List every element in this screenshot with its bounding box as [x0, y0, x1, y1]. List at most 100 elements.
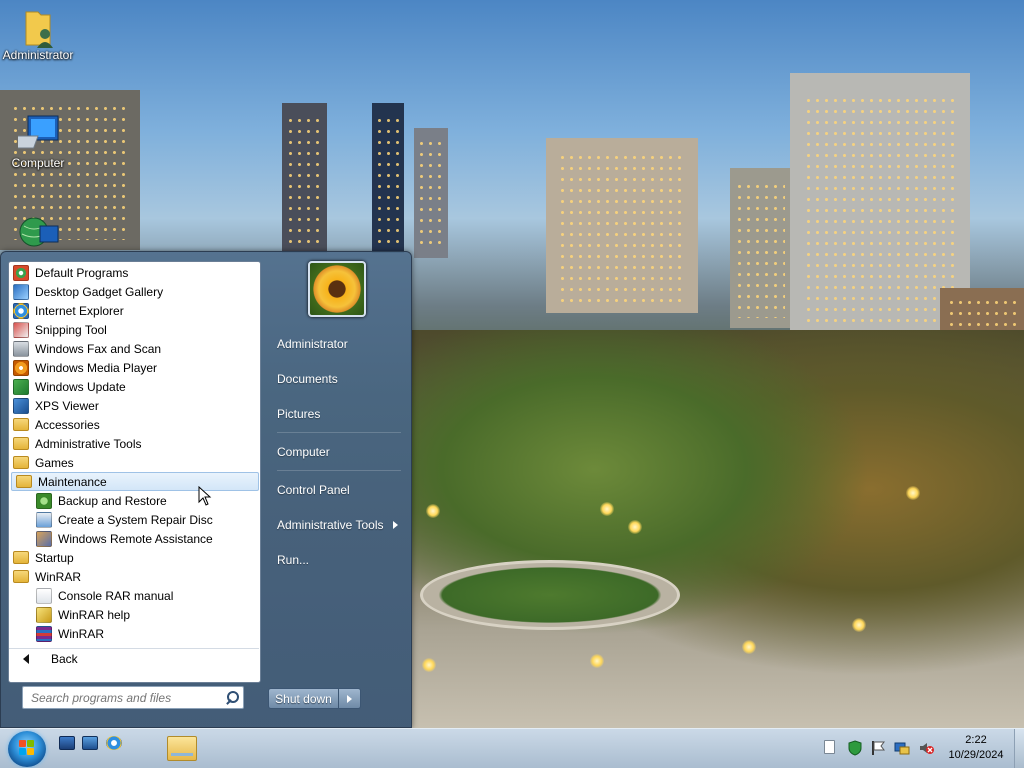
program-item-label: Windows Media Player [35, 360, 158, 375]
program-item-startup[interactable]: Startup [9, 548, 259, 567]
wallpaper-streetlamp [628, 520, 642, 534]
default-programs-icon [13, 264, 29, 281]
program-item-desktop-gadget-gallery[interactable]: Desktop Gadget Gallery [9, 282, 259, 301]
program-item-label: Startup [35, 550, 74, 565]
windows-update-icon [13, 378, 29, 395]
program-item-create-a-system-repair-disc[interactable]: Create a System Repair Disc [9, 510, 259, 529]
start-right-administrator[interactable]: Administrator [268, 330, 406, 358]
program-item-accessories[interactable]: Accessories [9, 415, 259, 434]
program-item-windows-fax-and-scan[interactable]: Windows Fax and Scan [9, 339, 259, 358]
show-desktop-icon[interactable] [59, 736, 75, 750]
program-item-label: Desktop Gadget Gallery [35, 284, 164, 299]
repair-disc-icon [36, 511, 52, 528]
back-label: Back [51, 651, 78, 666]
program-item-console-rar-manual[interactable]: Console RAR manual [9, 586, 259, 605]
search-icon[interactable] [223, 688, 243, 708]
fax-scan-icon [13, 340, 29, 357]
wallpaper-streetlamp [600, 502, 614, 516]
shutdown-group: Shut down [268, 688, 361, 709]
windows-explorer-icon[interactable] [163, 731, 201, 766]
switch-windows-icon[interactable] [82, 736, 98, 750]
security-shield-icon[interactable] [847, 740, 862, 756]
submenu-arrow-icon [393, 521, 398, 529]
program-item-label: Backup and Restore [58, 493, 167, 508]
system-clock[interactable]: 2:22 10/29/2024 [940, 733, 1012, 763]
program-item-backup-and-restore[interactable]: Backup and Restore [9, 491, 259, 510]
wallpaper-streetlamp [426, 504, 440, 518]
program-item-windows-remote-assistance[interactable]: Windows Remote Assistance [9, 529, 259, 548]
computer-icon [6, 114, 59, 154]
desktop-icon-computer[interactable]: Computer [0, 114, 76, 170]
start-right-administrative-tools[interactable]: Administrative Tools [268, 511, 406, 539]
program-item-games[interactable]: Games [9, 453, 259, 472]
start-right-documents[interactable]: Documents [268, 365, 406, 393]
program-item-label: Default Programs [35, 265, 129, 280]
start-right-computer[interactable]: Computer [268, 438, 406, 466]
search-input[interactable] [23, 687, 223, 708]
folder-icon [16, 475, 32, 488]
shutdown-button[interactable]: Shut down [268, 688, 339, 709]
program-item-administrative-tools[interactable]: Administrative Tools [9, 434, 259, 453]
winrar-icon [36, 625, 52, 642]
help-file-icon [36, 606, 52, 623]
wallpaper-building [282, 103, 327, 253]
back-button[interactable]: Back [9, 648, 259, 668]
right-separator [277, 470, 401, 471]
wallpaper-building [372, 103, 404, 253]
wallpaper-streetlamp [422, 658, 436, 672]
program-item-label: Internet Explorer [35, 303, 124, 318]
desktop-icon-label: Administrator [2, 48, 74, 62]
program-item-label: Create a System Repair Disc [58, 512, 213, 527]
start-right-pictures[interactable]: Pictures [268, 400, 406, 428]
internet-explorer-icon [13, 302, 29, 319]
media-player-icon [13, 359, 29, 376]
folder-icon [13, 570, 29, 583]
user-avatar[interactable] [308, 261, 366, 317]
wallpaper-park [410, 330, 1024, 728]
network-icon[interactable] [894, 740, 910, 755]
start-right-run[interactable]: Run... [268, 546, 406, 574]
wallpaper-building [730, 168, 790, 328]
network-globe-icon [18, 212, 59, 252]
volume-muted-icon[interactable] [918, 740, 934, 754]
action-center-icon[interactable] [824, 740, 835, 754]
back-arrow-icon [23, 653, 29, 664]
program-item-label: Maintenance [38, 474, 107, 489]
program-item-windows-media-player[interactable]: Windows Media Player [9, 358, 259, 377]
folder-icon [13, 456, 29, 469]
desktop-icon-administrator[interactable]: Administrator [0, 6, 76, 62]
program-item-winrar[interactable]: WinRAR [9, 567, 259, 586]
wallpaper-streetlamp [852, 618, 866, 632]
shutdown-label: Shut down [275, 691, 332, 706]
backup-restore-icon [36, 492, 52, 509]
right-separator [277, 432, 401, 433]
program-item-label: Windows Remote Assistance [58, 531, 213, 546]
folder-icon [13, 418, 29, 431]
wallpaper-building [546, 138, 698, 313]
program-item-winrar[interactable]: WinRAR [9, 624, 259, 643]
program-item-label: XPS Viewer [35, 398, 99, 413]
clock-time: 2:22 [965, 734, 987, 746]
desktop-icon-network[interactable] [0, 212, 76, 254]
program-item-internet-explorer[interactable]: Internet Explorer [9, 301, 259, 320]
search-box[interactable] [22, 686, 244, 709]
program-item-snipping-tool[interactable]: Snipping Tool [9, 320, 259, 339]
program-item-windows-update[interactable]: Windows Update [9, 377, 259, 396]
internet-explorer-icon[interactable] [106, 736, 122, 750]
program-item-default-programs[interactable]: Default Programs [9, 263, 259, 282]
xps-viewer-icon [13, 397, 29, 414]
program-item-winrar-help[interactable]: WinRAR help [9, 605, 259, 624]
start-button[interactable] [8, 731, 46, 767]
flag-icon[interactable] [870, 740, 885, 755]
right-item-label: Computer [277, 445, 330, 459]
shutdown-options-button[interactable] [339, 688, 361, 709]
program-item-label: Accessories [35, 417, 100, 432]
program-item-xps-viewer[interactable]: XPS Viewer [9, 396, 259, 415]
show-desktop-button[interactable] [1014, 729, 1024, 768]
folder-icon [13, 437, 29, 450]
start-right-control-panel[interactable]: Control Panel [268, 476, 406, 504]
gadget-gallery-icon [13, 283, 29, 300]
program-item-maintenance[interactable]: Maintenance [11, 472, 259, 491]
windows-logo-icon [19, 740, 35, 756]
document-icon [36, 587, 52, 604]
